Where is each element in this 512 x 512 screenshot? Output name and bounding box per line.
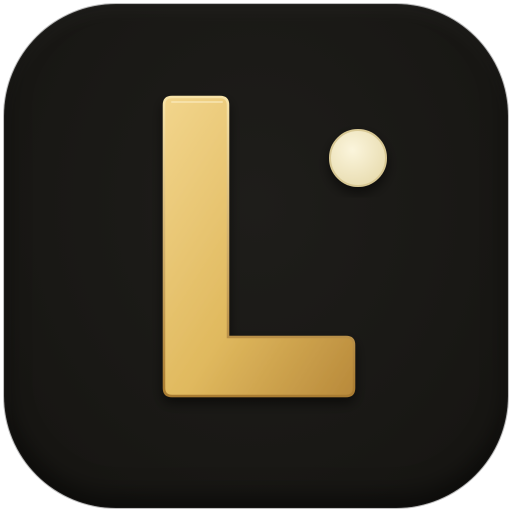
dot-icon <box>329 129 387 187</box>
glyph-layer <box>162 95 387 398</box>
letter-l-icon <box>162 95 356 398</box>
icon-canvas <box>0 0 512 512</box>
